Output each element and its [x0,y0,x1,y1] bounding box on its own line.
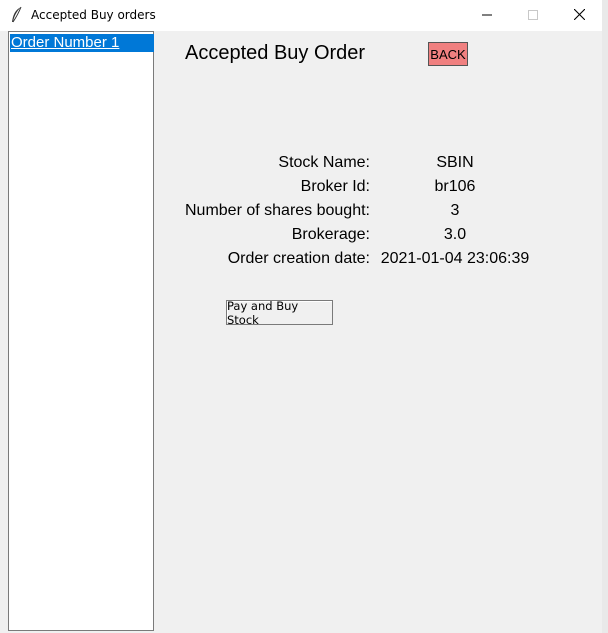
background-window-edge [602,0,608,633]
back-button[interactable]: BACK [428,42,468,66]
stock-name-label: Stock Name: [278,154,370,171]
shares-bought-label: Number of shares bought: [185,202,370,219]
close-button[interactable] [556,0,602,31]
page-title: Accepted Buy Order [185,42,366,64]
window-title: Accepted Buy orders [31,8,156,22]
broker-id-label: Broker Id: [300,178,370,195]
close-icon [573,7,585,25]
minimize-button[interactable] [464,0,510,31]
shares-bought-value: 3 [450,202,460,219]
stock-name-value: SBIN [436,154,474,171]
minimize-icon [482,7,492,25]
maximize-button[interactable] [510,0,556,31]
title-bar[interactable]: Accepted Buy orders [0,0,602,31]
feather-icon [9,6,25,24]
brokerage-value: 3.0 [443,226,467,243]
brokerage-label: Brokerage: [291,226,370,243]
orders-listbox[interactable]: Order Number 1 [8,31,154,631]
broker-id-value: br106 [434,178,476,195]
order-date-label: Order creation date: [227,250,370,267]
app-window: Accepted Buy orders Order Number 1 Accep… [0,0,603,633]
list-item-order-1[interactable]: Order Number 1 [10,34,154,52]
maximize-icon [528,7,538,25]
pay-and-buy-button[interactable]: Pay and Buy Stock [226,299,333,327]
order-date-value: 2021-01-04 23:06:39 [380,250,530,267]
